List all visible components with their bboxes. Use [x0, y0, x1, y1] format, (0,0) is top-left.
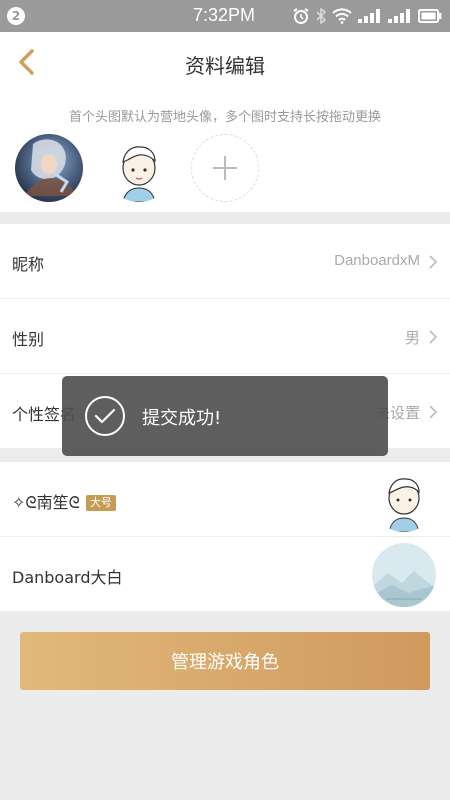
signal-icon	[358, 9, 380, 23]
signal-icon-2	[388, 9, 410, 23]
row-label: 性别	[12, 330, 45, 349]
row-label: 昵称	[12, 255, 45, 274]
gender-row[interactable]: 性别 男	[0, 299, 450, 374]
battery-icon	[418, 9, 442, 23]
alarm-icon	[293, 8, 309, 24]
plus-icon	[213, 156, 237, 180]
status-icons	[292, 6, 442, 26]
chevron-right-icon	[429, 255, 438, 269]
row-value: 男	[404, 330, 420, 347]
avatar-row	[0, 134, 450, 204]
toast-message: 提交成功!	[142, 408, 222, 429]
manage-game-roles-button[interactable]: 管理游戏角色	[20, 632, 430, 690]
status-time: 7:32PM	[193, 5, 256, 25]
add-avatar-button[interactable]	[191, 134, 259, 202]
role-avatar	[372, 468, 436, 532]
role-name: ✧ᘓ南笙ᘓ 大号	[12, 489, 116, 513]
success-toast: 提交成功!	[62, 376, 388, 456]
profile-header: 资料编辑 首个头图默认为营地头像，多个图时支持长按拖动更换	[0, 32, 450, 212]
role-name-text: ✧ᘓ南笙ᘓ	[12, 493, 80, 512]
row-value: DanboardxM	[334, 252, 420, 269]
role-item[interactable]: ✧ᘓ南笙ᘓ 大号	[0, 462, 450, 537]
chevron-right-icon	[429, 330, 438, 344]
role-item[interactable]: Danboard大白	[0, 537, 450, 612]
avatar-1[interactable]	[15, 134, 83, 202]
status-bar: 2 7:32PM	[0, 0, 450, 32]
avatar-hint: 首个头图默认为营地头像，多个图时支持长按拖动更换	[68, 110, 381, 125]
game-roles: ✧ᘓ南笙ᘓ 大号 Danboard大白	[0, 462, 450, 612]
check-circle-icon	[85, 396, 125, 436]
role-avatar	[372, 543, 436, 607]
wifi-icon	[332, 8, 352, 24]
role-name: Danboard大白	[12, 568, 123, 587]
nickname-row[interactable]: 昵称 DanboardxM	[0, 224, 450, 299]
bluetooth-icon	[316, 7, 326, 25]
chevron-right-icon	[429, 405, 438, 419]
page-title: 资料编辑	[185, 54, 265, 78]
avatar-2[interactable]	[105, 134, 173, 202]
notification-badge: 2	[7, 7, 25, 25]
main-account-badge: 大号	[85, 495, 116, 511]
